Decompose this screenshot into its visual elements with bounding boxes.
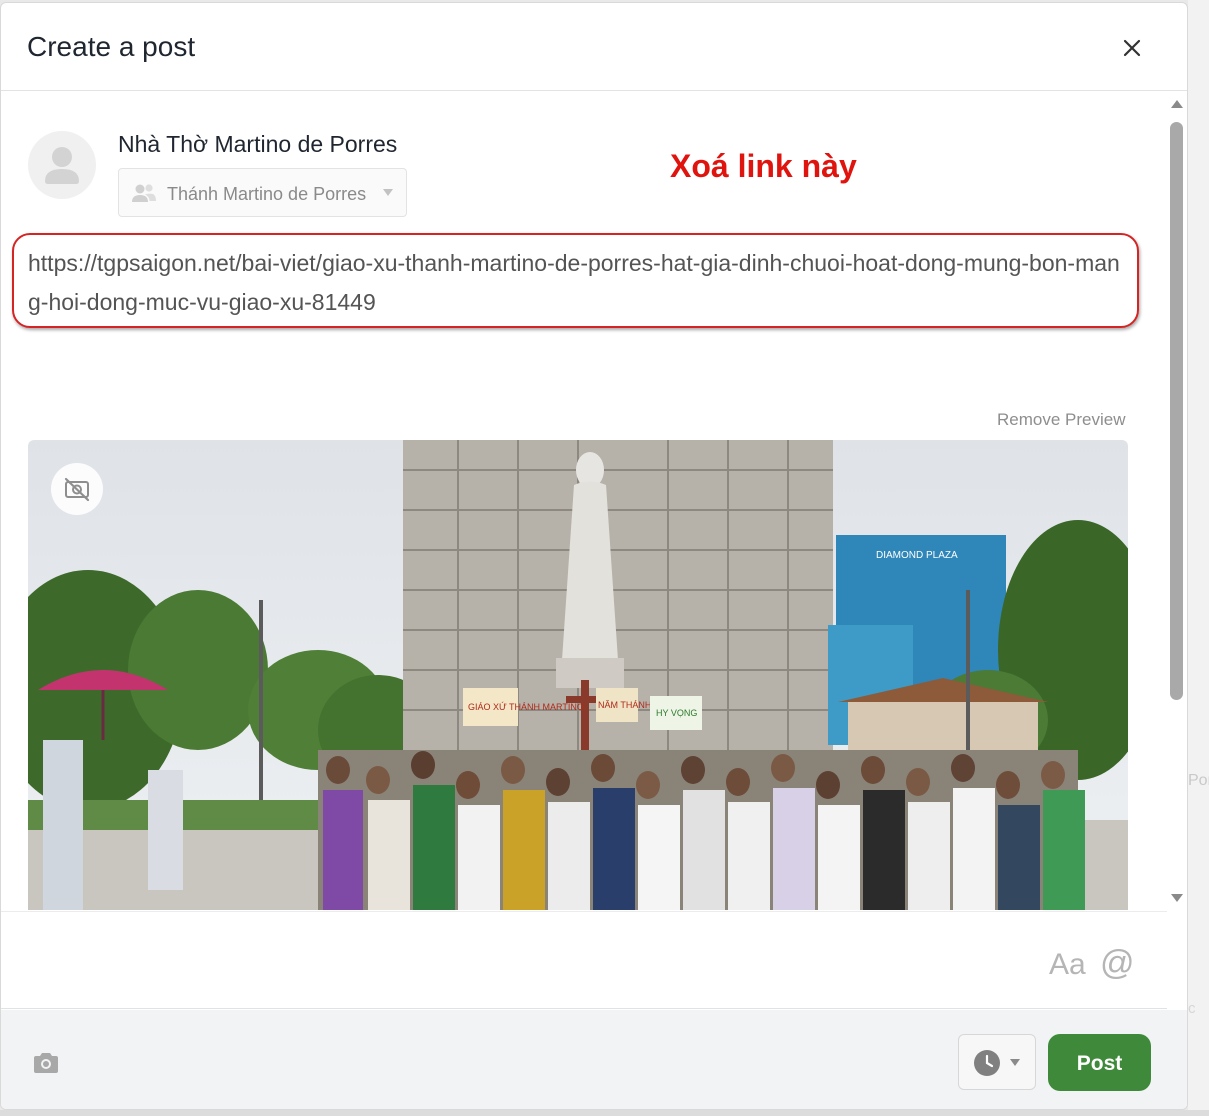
backdrop-text: Por <box>1188 772 1209 789</box>
no-image-icon <box>64 477 90 502</box>
post-text-input[interactable]: https://tgpsaigon.net/bai-viet/giao-xu-t… <box>28 244 1128 322</box>
scroll-up-icon[interactable] <box>1170 99 1184 109</box>
close-button[interactable] <box>1117 33 1147 63</box>
avatar <box>28 131 96 199</box>
backdrop: Por c <box>1188 0 1209 1116</box>
backdrop <box>0 1110 1209 1116</box>
author-name: Nhà Thờ Martino de Porres <box>118 131 398 157</box>
backdrop-text: c <box>1188 1000 1196 1017</box>
people-icon <box>132 184 156 202</box>
building-sign: DIAMOND PLAZA <box>876 550 958 561</box>
user-avatar-icon <box>45 147 79 184</box>
link-preview-image: DIAMOND PLAZA GIÁO XỨ THÁNH MARTINO NĂM … <box>28 440 1128 910</box>
dialog-title: Create a post <box>27 31 196 62</box>
banner-sign: NĂM THÁNH <box>598 700 651 710</box>
chevron-down-icon <box>1010 1059 1020 1066</box>
scrollbar-thumb[interactable] <box>1170 122 1183 700</box>
banner-sign: HY VỌNG <box>656 708 697 718</box>
dialog-footer: Post <box>1 1010 1187 1109</box>
post-button[interactable]: Post <box>1048 1034 1151 1091</box>
vertical-scrollbar[interactable] <box>1167 95 1187 911</box>
camera-icon <box>34 1053 58 1073</box>
clock-icon <box>974 1050 1000 1076</box>
chevron-down-icon <box>383 189 393 196</box>
hide-image-button[interactable] <box>51 463 103 515</box>
audience-label: Thánh Martino de Porres <box>167 184 367 204</box>
schedule-button[interactable] <box>958 1034 1036 1090</box>
create-post-dialog: Create a post Nhà Thờ Martino de Porres … <box>0 2 1188 1110</box>
dialog-header: Create a post <box>1 3 1187 91</box>
scroll-down-icon[interactable] <box>1170 893 1184 903</box>
preview-photo: DIAMOND PLAZA GIÁO XỨ THÁNH MARTINO NĂM … <box>28 440 1128 910</box>
camera-button[interactable] <box>31 1050 61 1081</box>
remove-preview-button[interactable]: Remove Preview <box>997 410 1126 430</box>
close-icon <box>1123 39 1141 57</box>
post-composer-body: Nhà Thờ Martino de Porres Thánh Martino … <box>1 92 1169 910</box>
audience-selector[interactable]: Thánh Martino de Porres <box>118 168 407 217</box>
annotation-label: Xoá link này <box>670 148 857 184</box>
mention-button[interactable]: @ <box>1100 944 1135 983</box>
banner-sign: GIÁO XỨ THÁNH MARTINO <box>468 702 584 712</box>
text-format-button[interactable]: Aa <box>1049 948 1086 982</box>
editor-toolbar: Aa @ <box>1 911 1167 1009</box>
